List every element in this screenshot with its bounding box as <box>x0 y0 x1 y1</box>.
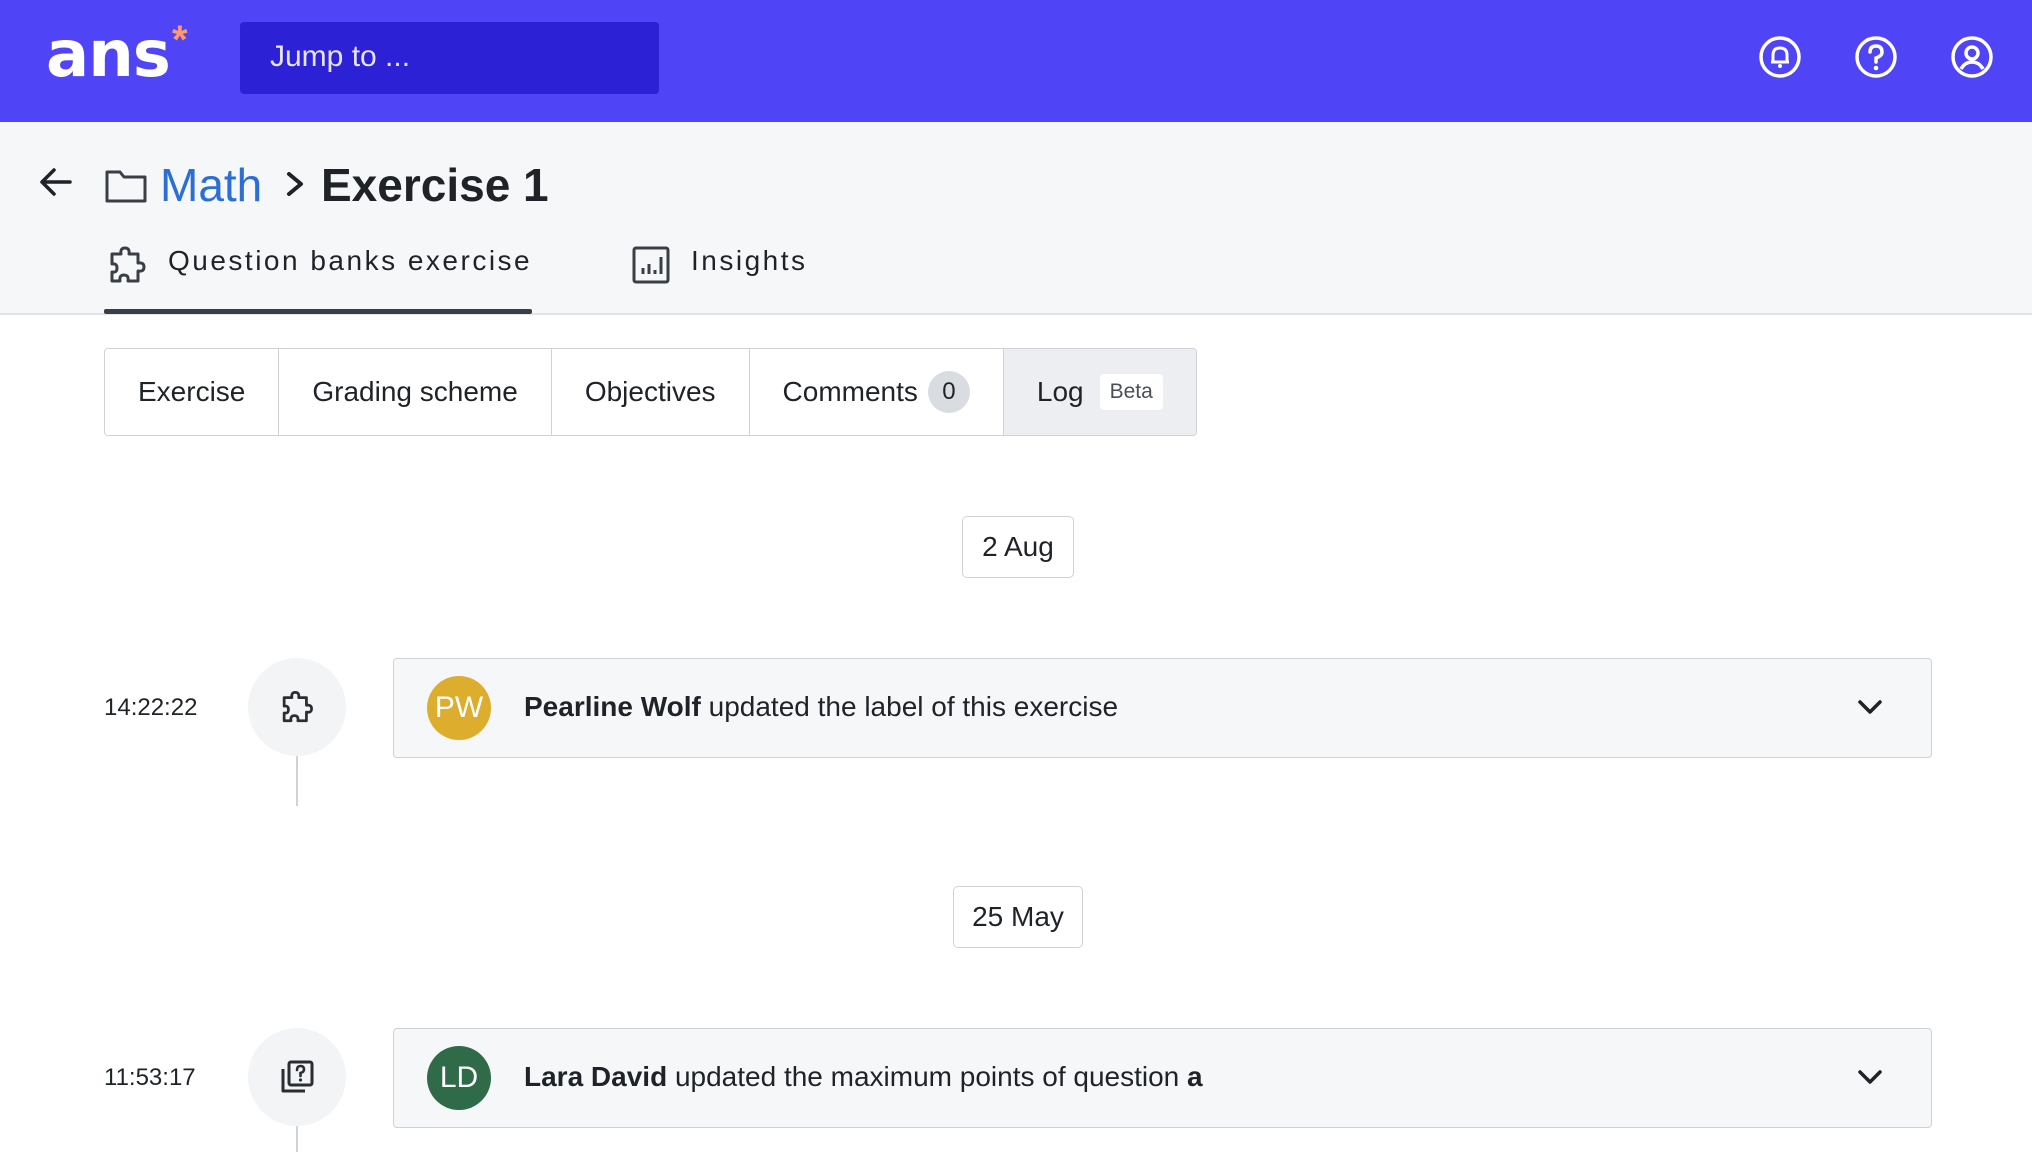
log-time: 14:22:22 <box>104 694 198 721</box>
comments-count-badge: 0 <box>927 371 970 413</box>
page-header <box>0 122 2032 315</box>
timeline-node <box>248 658 346 756</box>
page-title: Exercise 1 <box>321 159 549 211</box>
question-bank-icon <box>281 1060 314 1093</box>
jump-to-input[interactable]: Jump to ... <box>240 22 659 94</box>
chevron-right-icon <box>287 172 303 196</box>
log-user: Pearline Wolf <box>524 691 701 722</box>
chevron-down-icon[interactable] <box>1857 1067 1883 1087</box>
log-entry[interactable]: LD Lara David updated the maximum points… <box>393 1028 1932 1128</box>
subtab-log[interactable]: Log Beta <box>1003 349 1196 435</box>
avatar: LD <box>427 1046 491 1110</box>
subtab-comments-label: Comments <box>782 376 918 407</box>
puzzle-icon <box>110 246 146 283</box>
breadcrumb-folder-link[interactable]: Math <box>160 158 262 212</box>
exercise-subtabs: Exercise Grading scheme Objectives Comme… <box>104 348 1197 436</box>
timeline-line <box>296 1126 298 1152</box>
timeline-line <box>296 756 298 806</box>
beta-badge: Beta <box>1099 374 1163 410</box>
subtab-grading-label: Grading scheme <box>312 376 518 407</box>
chevron-down-icon[interactable] <box>1857 697 1883 717</box>
subtab-objectives[interactable]: Objectives <box>551 349 750 435</box>
puzzle-icon <box>282 691 313 723</box>
logo-asterisk: * <box>172 18 188 62</box>
subtab-exercise-label: Exercise <box>138 376 246 407</box>
folder-icon <box>105 170 147 203</box>
log-action: updated the label of this exercise <box>700 691 1119 722</box>
subtab-objectives-label: Objectives <box>584 376 716 407</box>
log-time: 11:53:17 <box>104 1064 196 1091</box>
bell-icon[interactable] <box>1756 33 1804 81</box>
subtab-log-label: Log <box>1036 376 1084 407</box>
timeline-node <box>248 1028 346 1126</box>
active-tab-indicator <box>104 309 532 314</box>
tab-insights[interactable]: Insights <box>691 245 808 277</box>
log-entry-text: Lara David updated the maximum points of… <box>524 1061 1203 1093</box>
account-icon[interactable] <box>1948 33 1996 81</box>
chart-icon <box>632 246 670 284</box>
log-entry-text: Pearline Wolf updated the label of this … <box>524 691 1118 723</box>
log-action: updated the maximum points of question <box>667 1061 1188 1092</box>
help-icon[interactable] <box>1852 33 1900 81</box>
avatar: PW <box>427 676 491 740</box>
log-user: Lara David <box>524 1061 668 1092</box>
tab-question-banks-exercise[interactable]: Question banks exercise <box>168 245 532 277</box>
date-separator: 2 Aug <box>962 516 1074 578</box>
top-bar: ans * Jump to ... <box>0 0 2032 122</box>
subtab-grading-scheme[interactable]: Grading scheme <box>279 349 552 435</box>
subtab-exercise[interactable]: Exercise <box>105 349 280 435</box>
date-separator: 25 May <box>953 886 1083 948</box>
logo[interactable]: ans <box>46 18 171 92</box>
subtab-comments[interactable]: Comments 0 <box>749 349 1004 435</box>
log-entry[interactable]: PW Pearline Wolf updated the label of th… <box>393 658 1932 758</box>
back-arrow-icon[interactable] <box>36 162 76 202</box>
log-target: a <box>1187 1061 1203 1092</box>
